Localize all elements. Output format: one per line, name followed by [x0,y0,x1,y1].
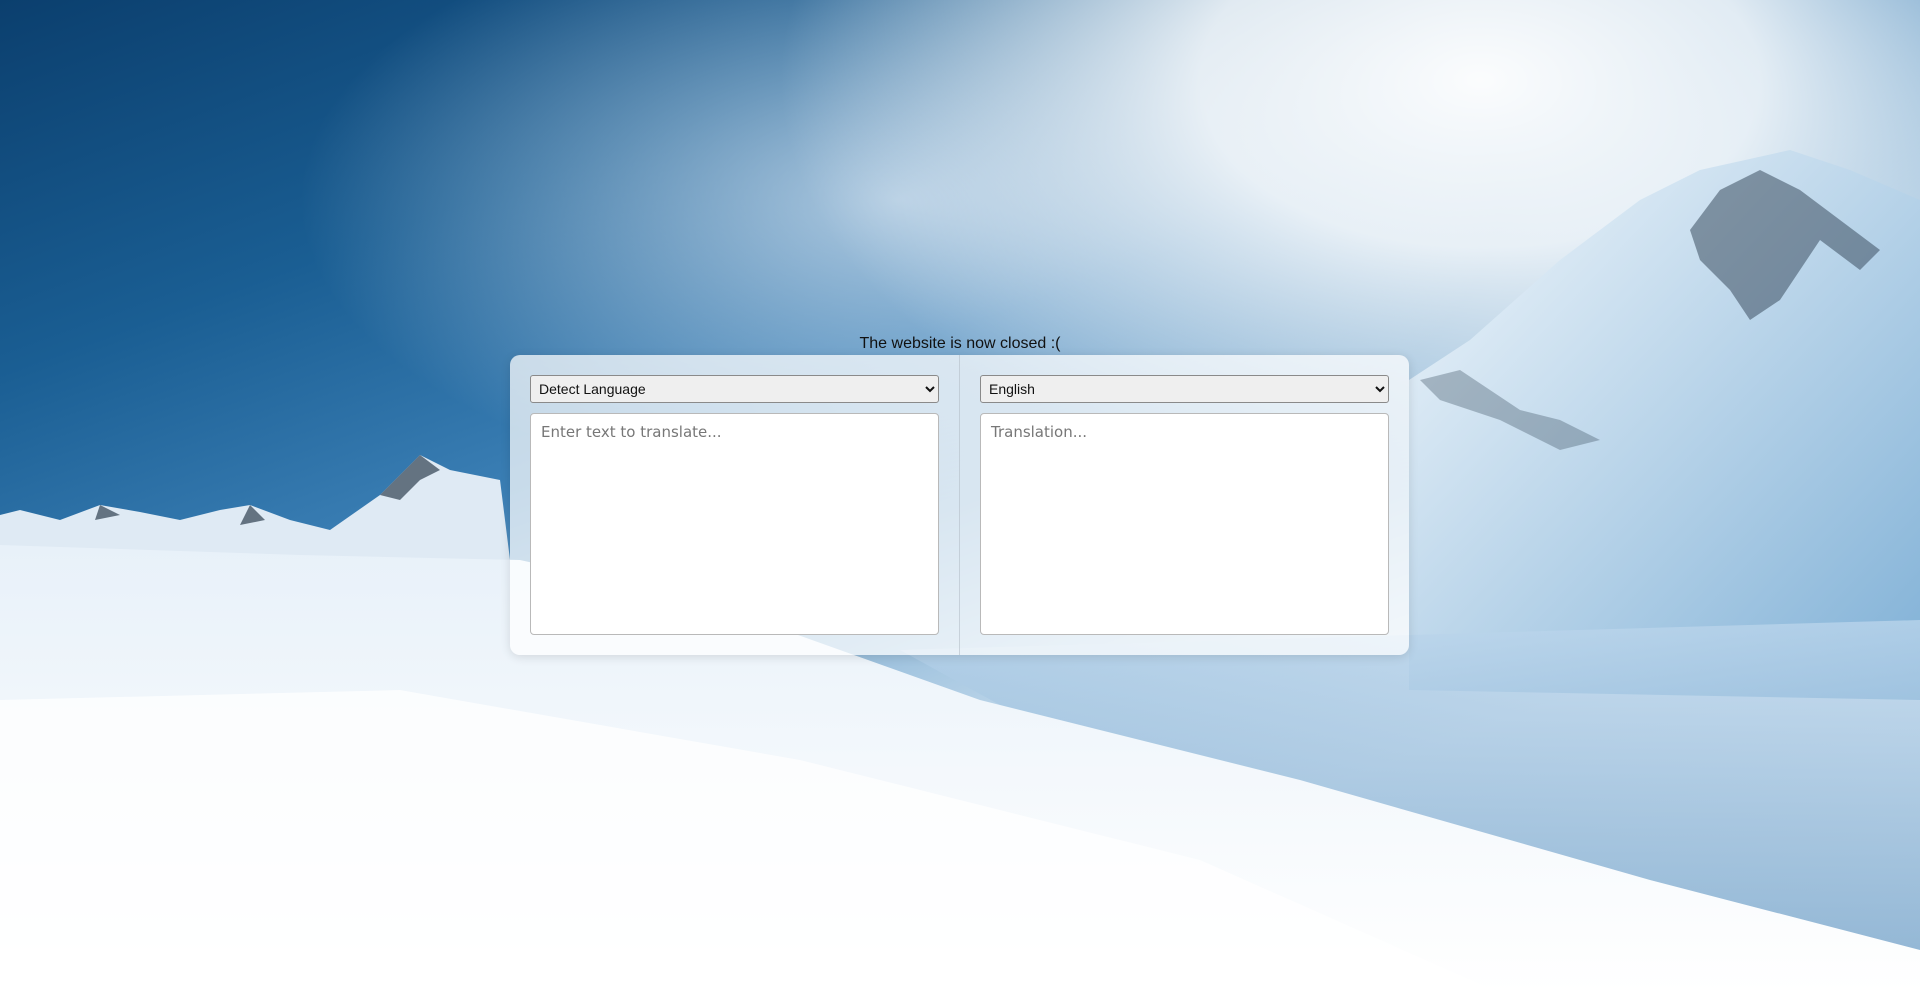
translation-output[interactable] [980,413,1389,635]
target-column: English [959,355,1409,655]
closed-notice: The website is now closed :( [859,335,1061,352]
source-language-select[interactable]: Detect Language [530,375,939,403]
translator-panel: Detect Language English [510,355,1409,655]
source-text-input[interactable] [530,413,939,635]
target-language-select[interactable]: English [980,375,1389,403]
source-column: Detect Language [510,355,959,655]
